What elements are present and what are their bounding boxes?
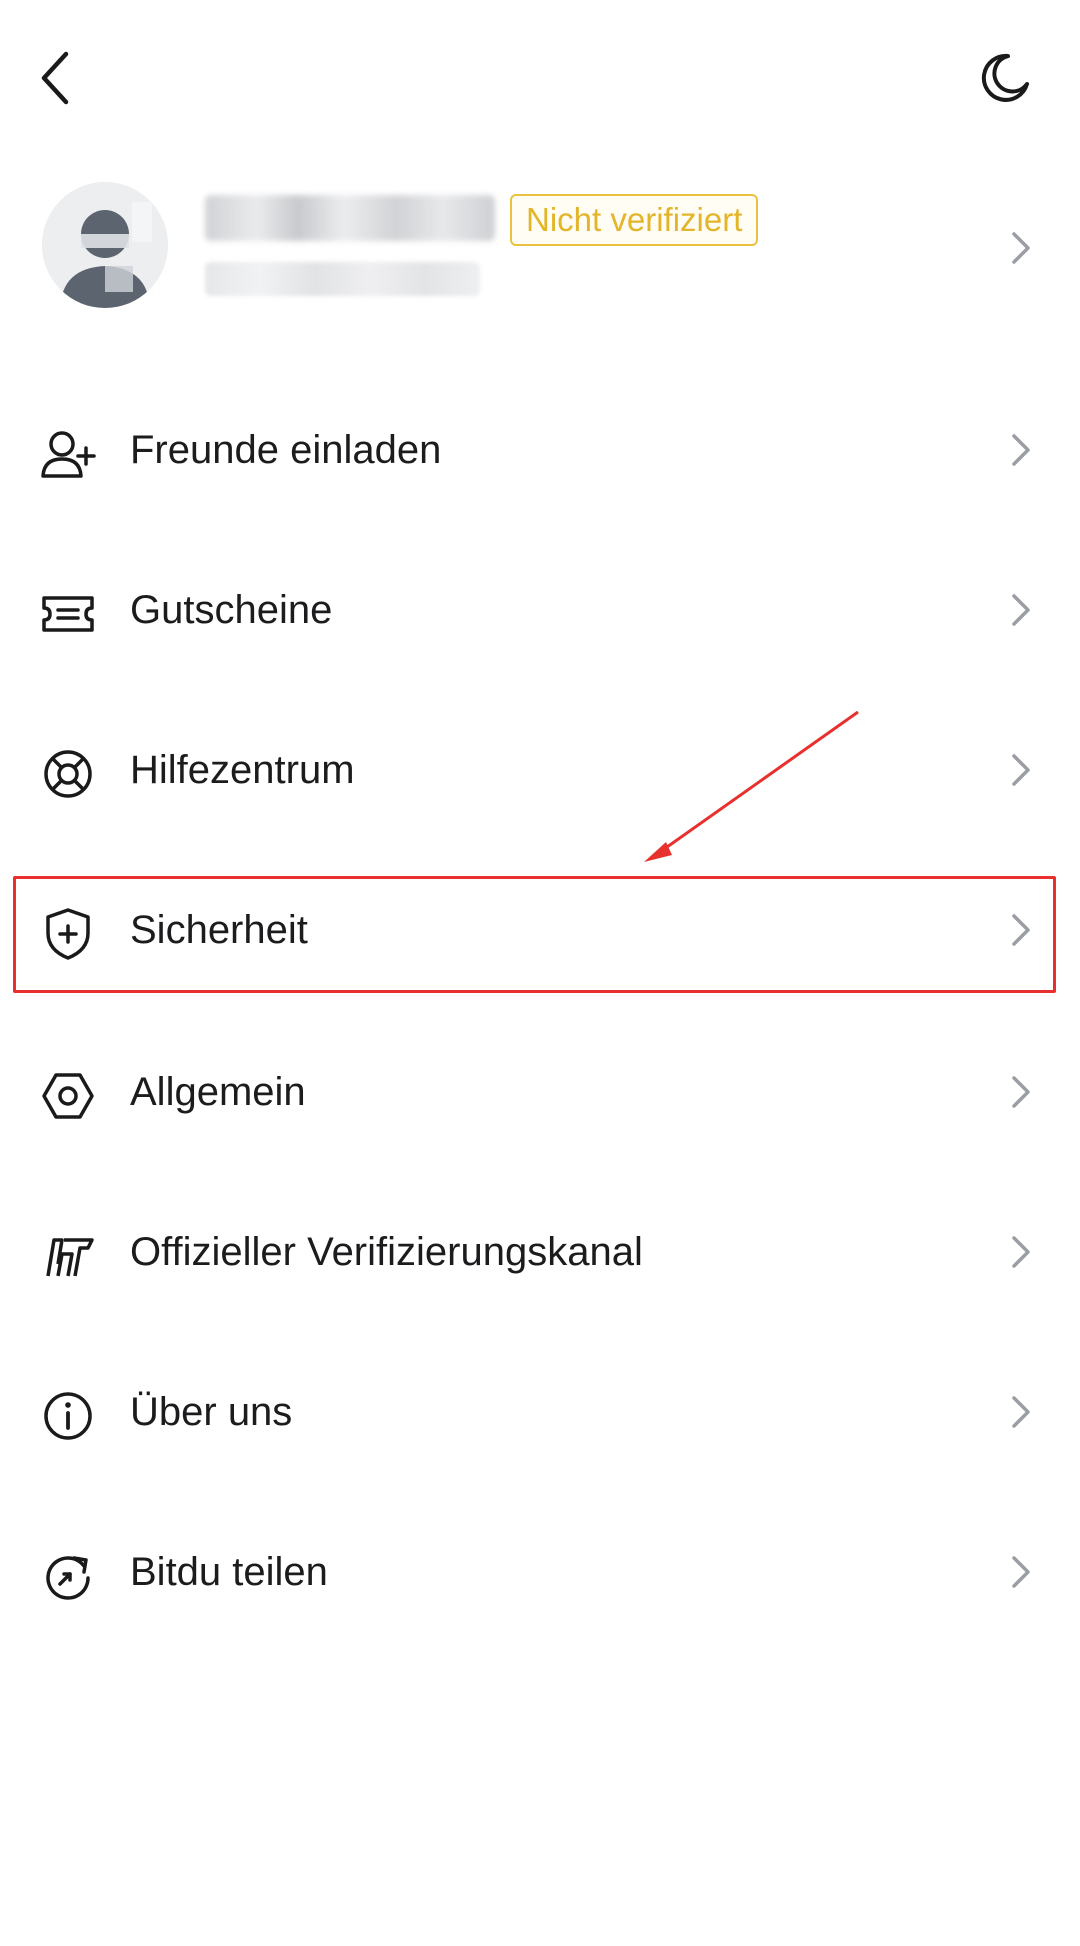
menu-item-label: Allgemein: [130, 1070, 306, 1114]
theme-toggle-button[interactable]: [975, 48, 1035, 108]
menu-item-share-bitdu[interactable]: Bitdu teilen: [0, 1502, 1080, 1642]
shield-plus-icon: [40, 906, 96, 962]
share-refresh-icon: [40, 1548, 96, 1604]
chevron-right-icon: [1012, 434, 1030, 466]
menu-item-label: Über uns: [130, 1390, 293, 1434]
lifebuoy-icon: [40, 746, 96, 802]
menu-item-label: Sicherheit: [130, 908, 308, 952]
hexagon-gear-icon: [40, 1068, 96, 1124]
bitdu-logo-icon: [40, 1228, 96, 1284]
profile-card[interactable]: Nicht verifiziert: [0, 170, 1080, 330]
back-button[interactable]: [28, 42, 84, 114]
user-id-redacted: [205, 262, 480, 296]
avatar: [42, 182, 168, 308]
info-icon: [40, 1388, 96, 1444]
username-redacted: [205, 195, 495, 241]
avatar-placeholder-icon: [42, 182, 168, 308]
menu-item-general[interactable]: Allgemein: [0, 1022, 1080, 1162]
menu-item-about-us[interactable]: Über uns: [0, 1342, 1080, 1482]
verification-status-badge[interactable]: Nicht verifiziert: [510, 194, 759, 246]
menu-item-label: Offizieller Verifizierungskanal: [130, 1230, 643, 1274]
menu-item-label: Hilfezentrum: [130, 748, 355, 792]
top-bar: [0, 0, 1080, 160]
chevron-right-icon: [1012, 914, 1030, 946]
user-plus-icon: [40, 426, 96, 482]
menu-item-official-verification[interactable]: Offizieller Verifizierungskanal: [0, 1182, 1080, 1322]
menu-item-label: Gutscheine: [130, 588, 333, 632]
ticket-icon: [40, 586, 96, 642]
menu-item-security[interactable]: Sicherheit: [0, 860, 1080, 1000]
chevron-right-icon: [1012, 1076, 1030, 1108]
chevron-left-icon: [41, 51, 69, 105]
chevron-right-icon: [1012, 1236, 1030, 1268]
chevron-right-icon: [1012, 232, 1030, 264]
chevron-right-icon: [1012, 754, 1030, 786]
menu-item-invite-friends[interactable]: Freunde einladen: [0, 380, 1080, 520]
moon-icon: [981, 53, 1029, 102]
menu-item-coupons[interactable]: Gutscheine: [0, 540, 1080, 680]
chevron-right-icon: [1012, 1396, 1030, 1428]
chevron-right-icon: [1012, 1556, 1030, 1588]
menu-item-label: Bitdu teilen: [130, 1550, 328, 1594]
menu-item-label: Freunde einladen: [130, 428, 442, 472]
chevron-right-icon: [1012, 594, 1030, 626]
menu-item-help-center[interactable]: Hilfezentrum: [0, 700, 1080, 840]
